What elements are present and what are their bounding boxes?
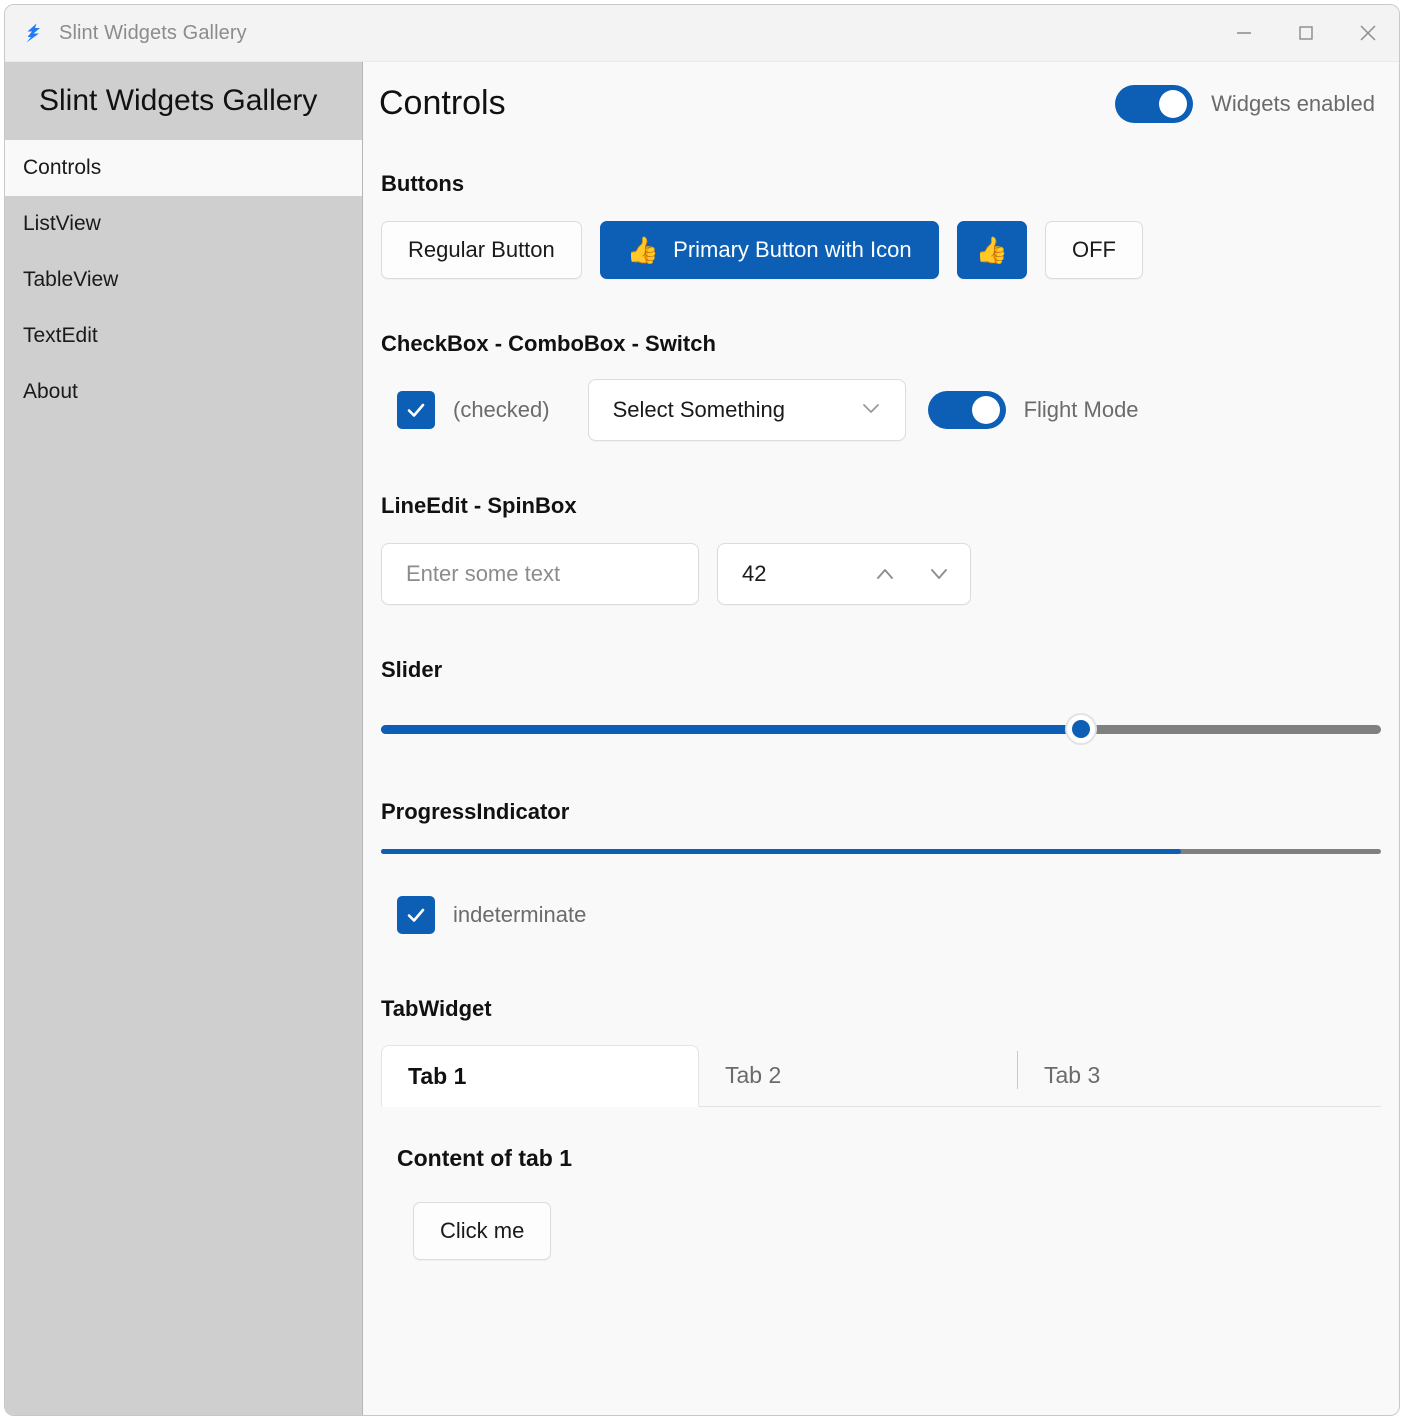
icon-only-button[interactable]: 👍 [957, 221, 1027, 279]
slider-thumb[interactable] [1065, 713, 1097, 745]
regular-button-label: Regular Button [408, 237, 555, 263]
thumbs-up-icon: 👍 [976, 237, 1008, 263]
checkbox-checked-icon [397, 391, 435, 429]
title-bar: Slint Widgets Gallery [5, 5, 1399, 62]
indeterminate-label: indeterminate [453, 902, 586, 928]
tab-label: Tab 2 [725, 1062, 781, 1089]
checkbox-combobox-switch-section: CheckBox - ComboBox - Switch (checked) [379, 331, 1381, 441]
tab-bar: Tab 1 Tab 2 Tab 3 [381, 1044, 1381, 1107]
slider[interactable] [381, 709, 1381, 749]
toggle-off-button-label: OFF [1072, 237, 1116, 263]
widgets-enabled-switch[interactable] [1115, 85, 1193, 123]
slider-section: Slider [379, 657, 1381, 749]
checkbox-section-heading: CheckBox - ComboBox - Switch [381, 331, 1381, 357]
maximize-button[interactable] [1275, 5, 1337, 61]
minimize-button[interactable] [1213, 5, 1275, 61]
slider-fill [381, 725, 1081, 734]
text-lineedit[interactable] [381, 543, 699, 605]
content-area: Controls Widgets enabled Buttons Regular… [363, 62, 1399, 1415]
tab-3[interactable]: Tab 3 [1018, 1044, 1336, 1106]
tab-2[interactable]: Tab 2 [699, 1044, 1017, 1106]
click-me-button-label: Click me [440, 1218, 524, 1244]
spinbox-arrows [870, 559, 954, 589]
flight-mode-label: Flight Mode [1024, 397, 1139, 423]
progress-fill [381, 849, 1181, 854]
spinbox-value: 42 [742, 561, 766, 587]
close-button[interactable] [1337, 5, 1399, 61]
sidebar-item-about[interactable]: About [5, 364, 362, 420]
text-input[interactable] [404, 560, 676, 588]
page-title: Controls [379, 84, 506, 123]
number-spinbox[interactable]: 42 [717, 543, 971, 605]
widgets-enabled-label: Widgets enabled [1211, 91, 1375, 117]
flight-mode-group: Flight Mode [928, 391, 1139, 429]
switch-knob [972, 396, 1000, 424]
tab-1[interactable]: Tab 1 [381, 1045, 699, 1107]
thumbs-up-icon: 👍 [627, 237, 659, 263]
sidebar-item-listview[interactable]: ListView [5, 196, 362, 252]
switch-knob [1159, 90, 1187, 118]
sidebar-title: Slint Widgets Gallery [5, 62, 362, 140]
progress-indicator [381, 849, 1381, 854]
tabwidget-section-heading: TabWidget [381, 996, 1381, 1022]
sidebar-item-textedit[interactable]: TextEdit [5, 308, 362, 364]
tab-label: Tab 1 [408, 1063, 466, 1090]
chevron-up-icon[interactable] [870, 559, 900, 589]
window-controls [1213, 5, 1399, 61]
window-body: Slint Widgets Gallery Controls ListView … [5, 62, 1399, 1415]
checkbox-checked-icon [397, 896, 435, 934]
flight-mode-switch[interactable] [928, 391, 1006, 429]
sidebar: Slint Widgets Gallery Controls ListView … [5, 62, 363, 1415]
indeterminate-checkbox-group[interactable]: indeterminate [397, 896, 586, 934]
widgets-enabled-group: Widgets enabled [1115, 85, 1379, 123]
primary-button-label: Primary Button with Icon [673, 237, 911, 263]
progress-section-heading: ProgressIndicator [381, 799, 1381, 825]
checked-checkbox-group[interactable]: (checked) [397, 391, 550, 429]
progress-section: ProgressIndicator indeterminate [379, 799, 1381, 934]
chevron-down-icon [857, 394, 885, 427]
checked-checkbox-label: (checked) [453, 397, 550, 423]
buttons-section: Buttons Regular Button 👍 Primary Button … [379, 171, 1381, 279]
combobox-value: Select Something [613, 397, 785, 423]
tab-content-panel: Content of tab 1 Click me [381, 1107, 1381, 1260]
slider-section-heading: Slider [381, 657, 1381, 683]
sidebar-item-label: TableView [23, 268, 118, 291]
tabwidget-section: TabWidget Tab 1 Tab 2 Tab 3 [379, 996, 1381, 1260]
click-me-button[interactable]: Click me [413, 1202, 551, 1260]
sidebar-item-label: Controls [23, 156, 101, 179]
buttons-section-heading: Buttons [381, 171, 1381, 197]
application-window: Slint Widgets Gallery [4, 4, 1400, 1416]
window-title: Slint Widgets Gallery [59, 22, 247, 45]
slint-logo-icon [21, 20, 47, 46]
chevron-down-icon[interactable] [924, 559, 954, 589]
sidebar-item-label: TextEdit [23, 324, 98, 347]
select-something-combobox[interactable]: Select Something [588, 379, 906, 441]
tab-label: Tab 3 [1044, 1062, 1100, 1089]
sidebar-item-label: ListView [23, 212, 101, 235]
sidebar-item-tableview[interactable]: TableView [5, 252, 362, 308]
app-root: Slint Widgets Gallery [0, 0, 1404, 1420]
checkbox-combobox-switch-row: (checked) Select Something [381, 379, 1381, 441]
toggle-off-button[interactable]: OFF [1045, 221, 1143, 279]
regular-button[interactable]: Regular Button [381, 221, 582, 279]
lineedit-spinbox-row: 42 [381, 543, 1381, 605]
sidebar-item-controls[interactable]: Controls [5, 140, 362, 196]
lineedit-section-heading: LineEdit - SpinBox [381, 493, 1381, 519]
tab-content-title: Content of tab 1 [397, 1145, 1381, 1172]
primary-button-with-icon[interactable]: 👍 Primary Button with Icon [600, 221, 939, 279]
lineedit-spinbox-section: LineEdit - SpinBox 42 [379, 493, 1381, 605]
buttons-row: Regular Button 👍 Primary Button with Ico… [381, 221, 1381, 279]
page-header: Controls Widgets enabled [379, 62, 1381, 123]
sidebar-item-label: About [23, 380, 78, 403]
